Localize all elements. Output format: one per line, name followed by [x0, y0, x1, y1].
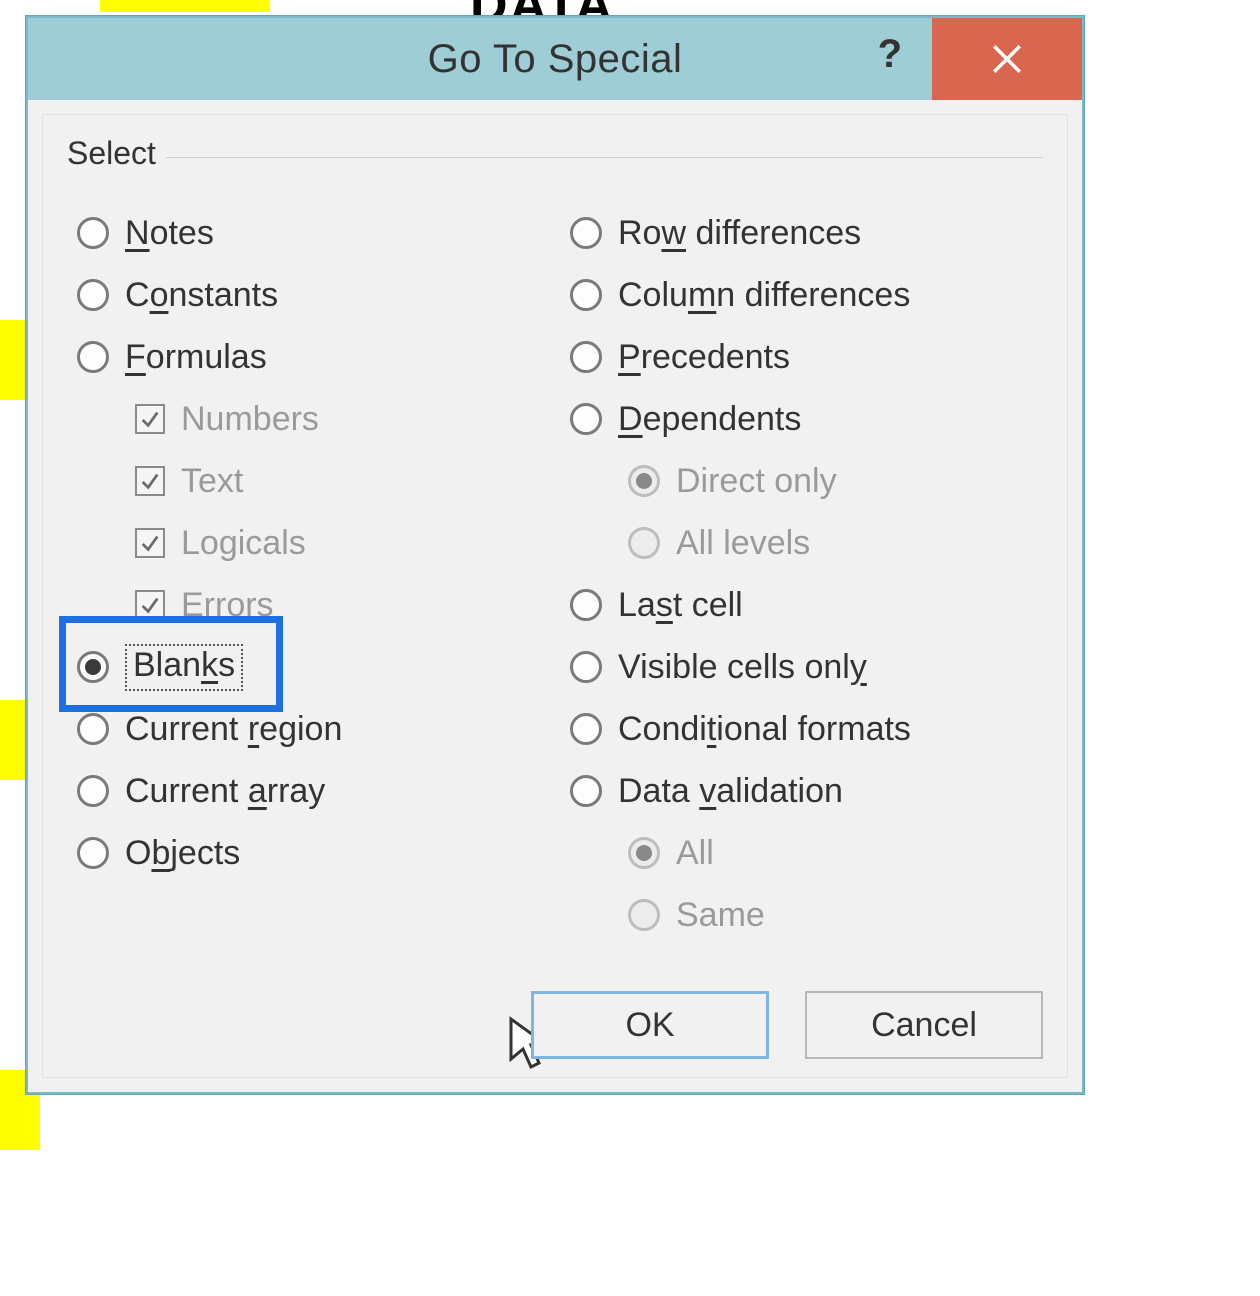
radio-validation-same: Same [570, 884, 1043, 946]
radio-dependents[interactable]: Dependents [570, 388, 1043, 450]
bg-highlight [0, 320, 26, 400]
check-numbers: Numbers [77, 388, 550, 450]
radio-visible-cells[interactable]: Visible cells only [570, 636, 1043, 698]
bg-highlight [100, 0, 270, 12]
close-icon [990, 42, 1024, 76]
titlebar[interactable]: Go To Special ? [28, 18, 1082, 100]
radio-direct-only: Direct only [570, 450, 1043, 512]
group-label: Select [67, 135, 166, 172]
focus-indicator: Blanks [125, 644, 243, 691]
radio-last-cell[interactable]: Last cell [570, 574, 1043, 636]
radio-objects[interactable]: Objects [77, 822, 550, 884]
dialog-title: Go To Special [28, 37, 1082, 82]
goto-special-dialog: Go To Special ? Select Notes Constants [26, 16, 1084, 1094]
left-column: Notes Constants Formulas Numbers Text [67, 202, 550, 946]
radio-constants[interactable]: Constants [77, 264, 550, 326]
radio-formulas[interactable]: Formulas [77, 326, 550, 388]
close-button[interactable] [932, 18, 1082, 100]
radio-row-differences[interactable]: Row differences [570, 202, 1043, 264]
radio-blanks[interactable]: Blanks [77, 636, 550, 698]
radio-all-levels: All levels [570, 512, 1043, 574]
dialog-body: Select Notes Constants Formulas [42, 114, 1068, 1078]
ok-button[interactable]: OK [531, 991, 769, 1059]
radio-conditional-formats[interactable]: Conditional formats [570, 698, 1043, 760]
help-button[interactable]: ? [878, 32, 902, 77]
check-errors: Errors [77, 574, 550, 636]
cancel-button[interactable]: Cancel [805, 991, 1043, 1059]
check-text: Text [77, 450, 550, 512]
button-row: OK Cancel [531, 991, 1043, 1059]
check-logicals: Logicals [77, 512, 550, 574]
radio-data-validation[interactable]: Data validation [570, 760, 1043, 822]
radio-column-differences[interactable]: Column differences [570, 264, 1043, 326]
right-column: Row differences Column differences Prece… [550, 202, 1043, 946]
bg-highlight [0, 700, 26, 780]
radio-notes[interactable]: Notes [77, 202, 550, 264]
radio-current-array[interactable]: Current array [77, 760, 550, 822]
radio-current-region[interactable]: Current region [77, 698, 550, 760]
radio-validation-all: All [570, 822, 1043, 884]
group-divider [67, 157, 1043, 158]
radio-precedents[interactable]: Precedents [570, 326, 1043, 388]
